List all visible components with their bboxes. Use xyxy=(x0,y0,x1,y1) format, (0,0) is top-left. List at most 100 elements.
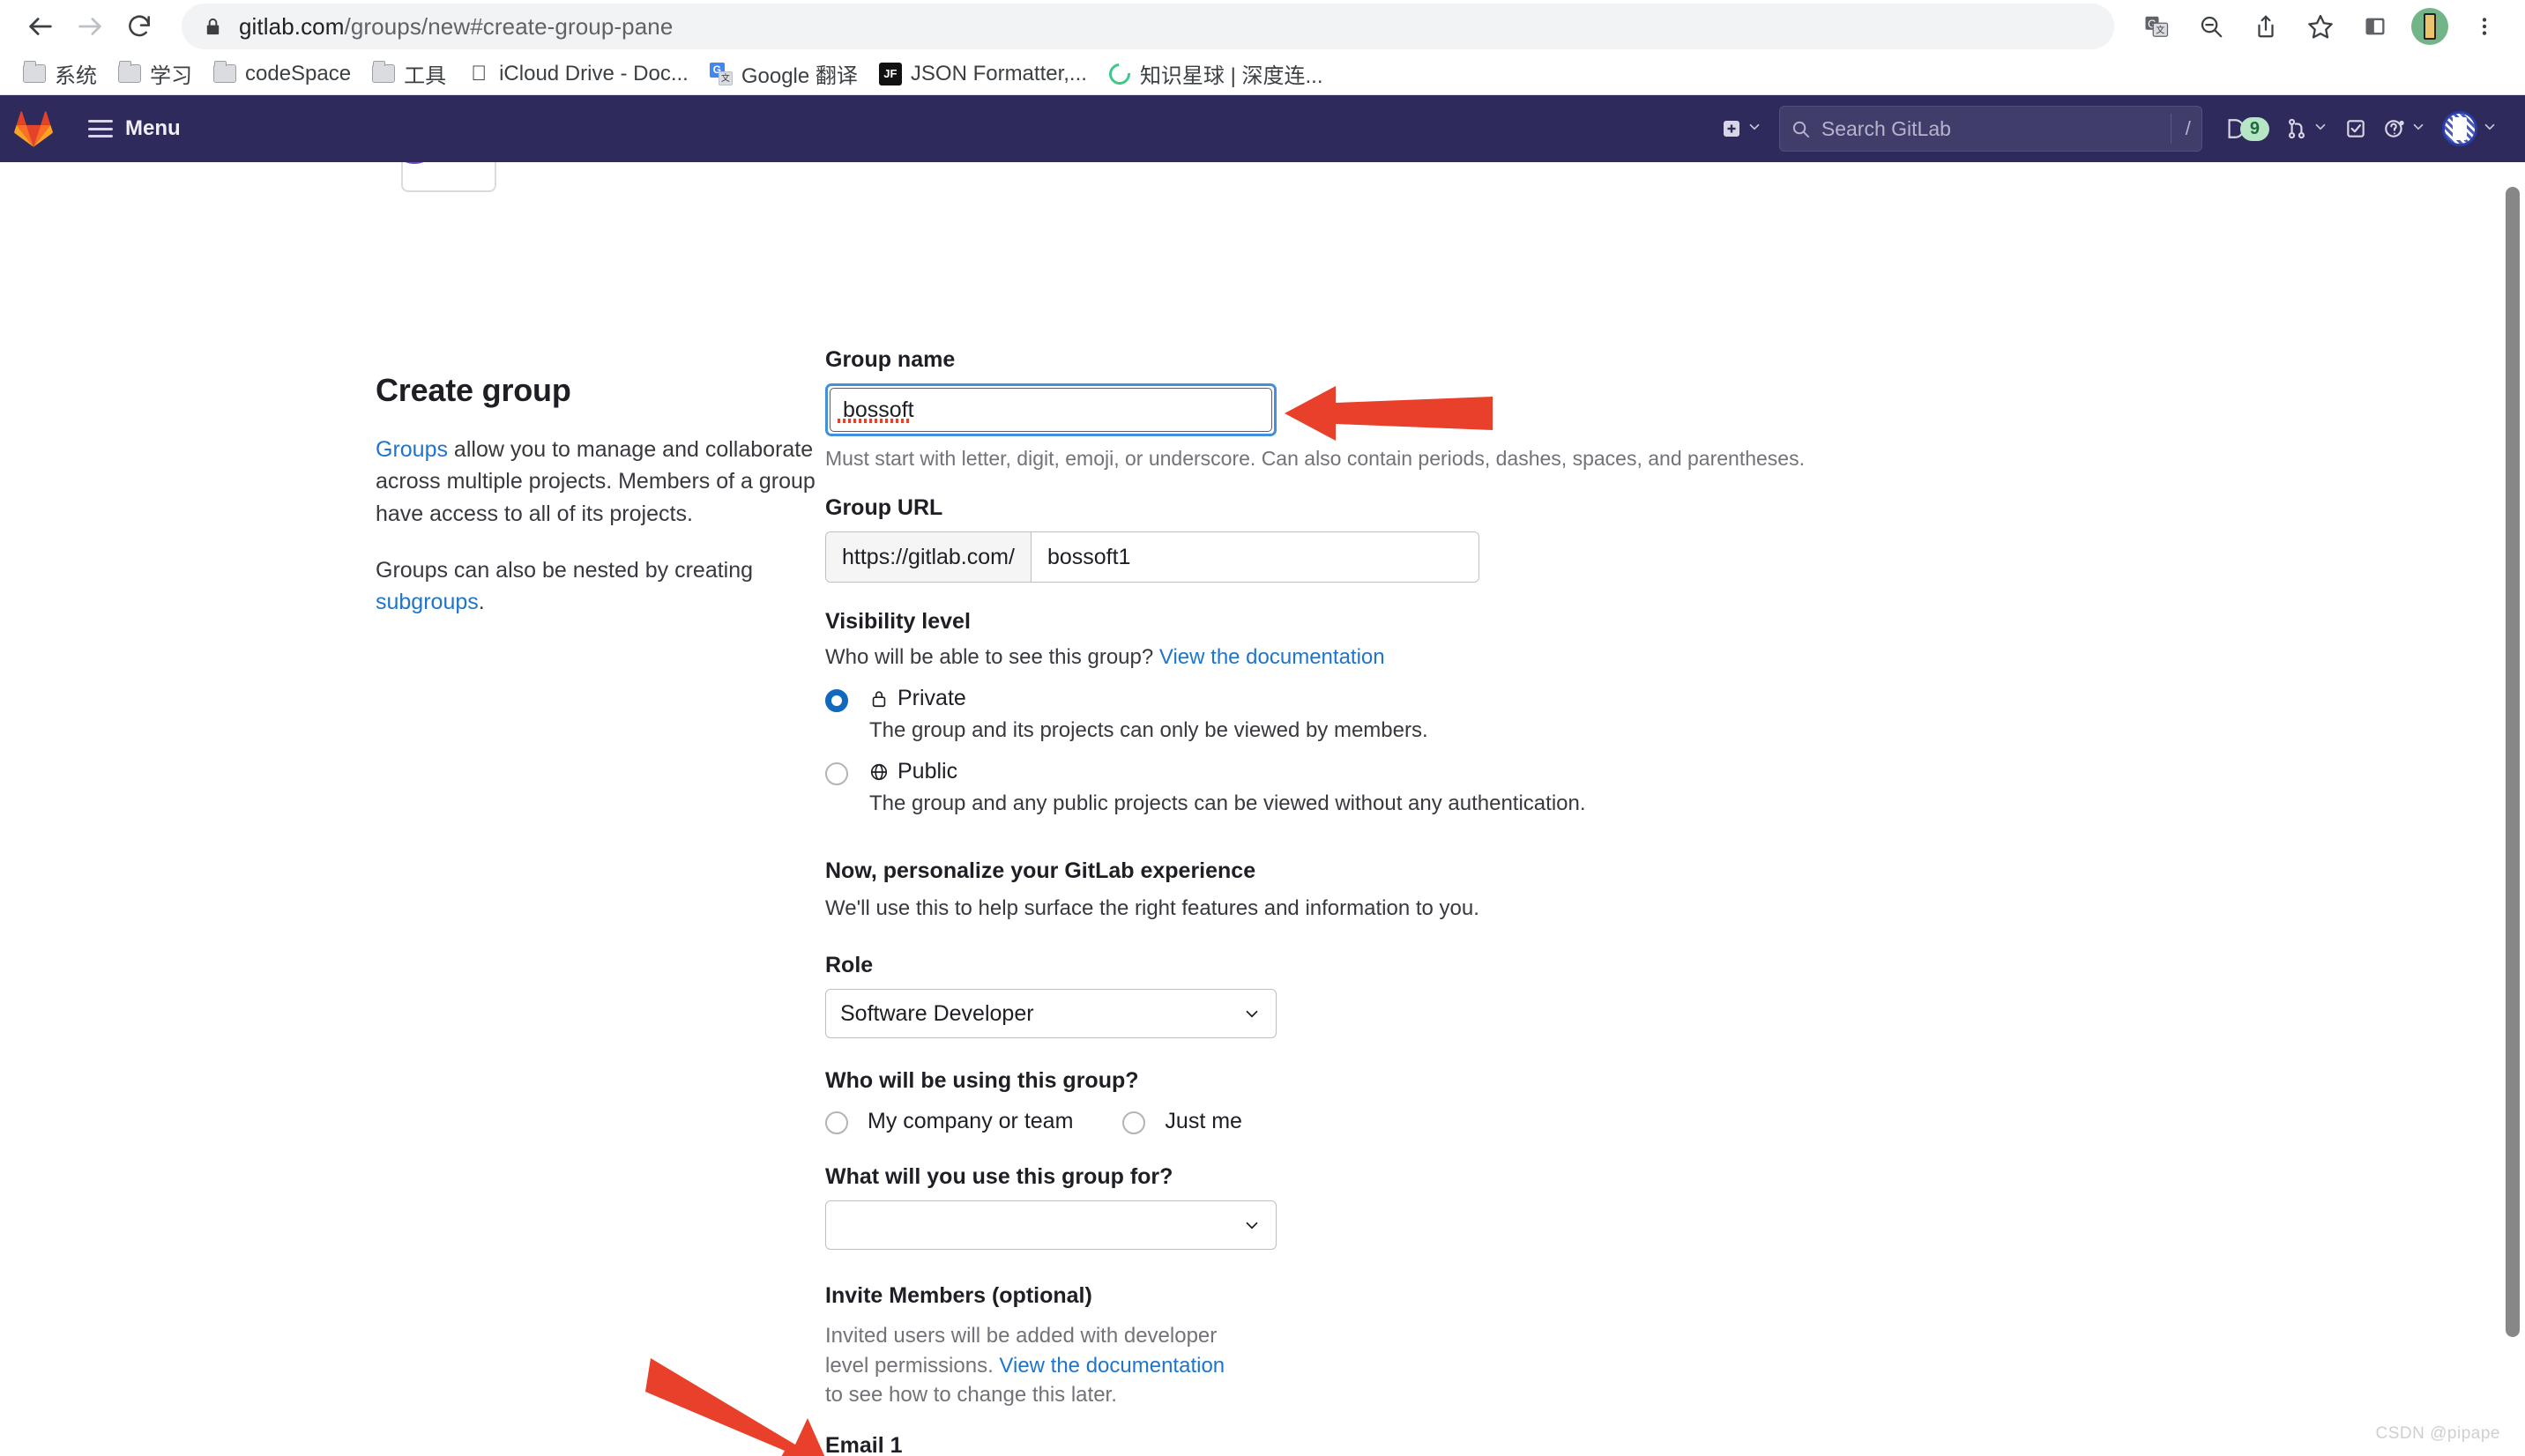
page-title: Create group xyxy=(376,372,571,408)
visibility-question-text: Who will be able to see this group? xyxy=(825,645,1159,669)
who-option-just-me[interactable]: Just me xyxy=(1122,1108,1242,1134)
bookmarks-bar: 系统 学习 codeSpace 工具  iCloud Drive - Doc.… xyxy=(0,53,2525,95)
visibility-public-label: Public xyxy=(898,759,958,784)
browser-menu-icon[interactable] xyxy=(2460,2,2509,51)
search-input[interactable]: Search GitLab / xyxy=(1778,106,2202,152)
bookmark-star-icon[interactable] xyxy=(2296,2,2345,51)
usage-select[interactable] xyxy=(825,1200,1277,1250)
role-select[interactable]: Software Developer xyxy=(825,989,1277,1038)
zsxq-ring-icon xyxy=(1105,58,1135,89)
create-new-dropdown[interactable] xyxy=(1713,104,1770,153)
reload-icon[interactable] xyxy=(115,2,164,51)
radio-my-company-or-team[interactable] xyxy=(825,1111,848,1134)
page-scrollbar-thumb[interactable] xyxy=(2506,187,2520,1337)
zoom-out-icon[interactable] xyxy=(2186,2,2236,51)
folder-icon xyxy=(23,61,46,85)
group-name-label: Group name xyxy=(825,347,956,372)
group-url-label: Group URL xyxy=(825,495,943,520)
sidebar-panel-icon[interactable] xyxy=(2350,2,2400,51)
chevron-down-icon xyxy=(1242,1004,1262,1023)
bookmark-label: 工具 xyxy=(404,64,447,88)
role-selected-value: Software Developer xyxy=(840,1000,1034,1026)
gitlab-logo-icon[interactable] xyxy=(9,104,58,153)
gitlab-top-navbar: Menu Search GitLab / 9 xyxy=(0,95,2525,162)
group-name-field-wrapper xyxy=(825,383,1277,436)
bookmark-label: JSON Formatter,... xyxy=(910,61,1087,85)
create-group-form: Group name Must start with letter, digit… xyxy=(825,347,2059,1456)
intro-paragraph-2: Groups can also be nested by creating su… xyxy=(376,554,816,619)
visibility-level-label: Visibility level xyxy=(825,609,971,634)
browser-chrome: gitlab.com/groups/new#create-group-pane … xyxy=(0,0,2525,95)
radio-private[interactable] xyxy=(825,689,848,712)
bookmark-item[interactable]: codeSpace xyxy=(205,56,360,92)
search-icon xyxy=(1791,119,1811,139)
back-arrow-icon[interactable] xyxy=(16,2,65,51)
bookmark-item[interactable]: JF JSON Formatter,... xyxy=(870,56,1096,92)
address-bar[interactable]: gitlab.com/groups/new#create-group-pane xyxy=(182,4,2114,49)
visibility-option-private[interactable]: Private The group and its projects can o… xyxy=(825,686,2059,743)
merge-requests-button[interactable] xyxy=(2277,104,2336,153)
lock-icon xyxy=(203,17,223,37)
translate-icon[interactable]: G文 xyxy=(2132,2,2181,51)
help-button[interactable] xyxy=(2375,104,2434,153)
lock-icon xyxy=(869,689,889,709)
watermark: CSDN @pipape xyxy=(2375,1424,2500,1443)
bookmark-label: codeSpace xyxy=(245,61,352,85)
visibility-private-title: Private xyxy=(869,686,1428,711)
email-1-label: Email 1 xyxy=(825,1432,903,1456)
chevron-down-icon xyxy=(2410,119,2426,139)
groups-link[interactable]: Groups xyxy=(376,437,448,462)
page-scrollbar-track[interactable] xyxy=(2500,162,2525,1456)
gitlab-menu-button[interactable]: Menu xyxy=(79,104,190,153)
forward-arrow-icon[interactable] xyxy=(65,2,115,51)
intro-column: Create group Groups allow you to manage … xyxy=(376,372,816,643)
bookmark-item[interactable]: 工具 xyxy=(363,56,455,92)
address-bar-url: gitlab.com/groups/new#create-group-pane xyxy=(239,13,673,41)
todos-button[interactable] xyxy=(2336,104,2375,153)
folder-icon xyxy=(372,61,396,85)
visibility-doc-link[interactable]: View the documentation xyxy=(1159,645,1385,669)
bookmark-label: 学习 xyxy=(150,64,192,88)
visibility-option-public[interactable]: Public The group and any public projects… xyxy=(825,759,2059,816)
personalize-heading: Now, personalize your GitLab experience xyxy=(825,858,1256,883)
gitlab-nav-actions: Search GitLab / 9 xyxy=(1713,104,2506,153)
bookmark-item[interactable]: G文 Google 翻译 xyxy=(701,56,867,92)
share-icon[interactable] xyxy=(2241,2,2290,51)
issues-button[interactable]: 9 xyxy=(2215,104,2277,153)
invite-members-label: Invite Members (optional) xyxy=(825,1283,1092,1308)
visibility-public-desc: The group and any public projects can be… xyxy=(869,791,1586,815)
group-name-input[interactable] xyxy=(830,388,1272,432)
search-shortcut-hint: / xyxy=(2170,114,2191,144)
radio-public[interactable] xyxy=(825,762,848,785)
bookmark-label: Google 翻译 xyxy=(741,64,858,88)
visibility-private-desc: The group and its projects can only be v… xyxy=(869,718,1428,742)
visibility-public-body: Public The group and any public projects… xyxy=(869,759,1586,816)
scrolled-off-tab-card xyxy=(391,162,496,192)
who-option-company[interactable]: My company or team xyxy=(825,1108,1073,1134)
group-url-field: https://gitlab.com/ xyxy=(825,531,1479,583)
radio-just-me[interactable] xyxy=(1122,1111,1146,1134)
profile-avatar[interactable] xyxy=(2405,2,2454,51)
invite-doc-link[interactable]: View the documentation xyxy=(999,1354,1225,1378)
gitlab-menu-label: Menu xyxy=(125,116,181,140)
bookmark-item[interactable]: 系统 xyxy=(14,56,106,92)
invite-members-description: Invited users will be added with develop… xyxy=(825,1321,1240,1410)
intro-paragraph-2-pre: Groups can also be nested by creating xyxy=(376,557,754,583)
usage-label: What will you use this group for? xyxy=(825,1164,1173,1189)
bookmark-item[interactable]:  iCloud Drive - Doc... xyxy=(458,56,697,92)
chevron-down-icon xyxy=(1747,119,1762,139)
google-translate-icon: G文 xyxy=(709,62,733,85)
bookmark-item[interactable]: 知识星球 | 深度连... xyxy=(1099,56,1332,92)
bookmark-label: 系统 xyxy=(55,64,97,88)
bookmark-item[interactable]: 学习 xyxy=(109,56,201,92)
subgroups-link[interactable]: subgroups xyxy=(376,590,479,614)
group-url-slug-input[interactable] xyxy=(1031,532,1479,582)
chevron-down-icon xyxy=(1242,1215,1262,1235)
json-formatter-icon: JF xyxy=(878,62,902,85)
user-avatar-menu[interactable] xyxy=(2434,104,2506,153)
url-domain: gitlab.com xyxy=(239,12,345,40)
role-label: Role xyxy=(825,953,874,977)
chevron-down-icon xyxy=(2313,119,2328,139)
apple-icon:  xyxy=(467,63,490,85)
create-group-page: Create group Groups allow you to manage … xyxy=(0,162,2525,1456)
